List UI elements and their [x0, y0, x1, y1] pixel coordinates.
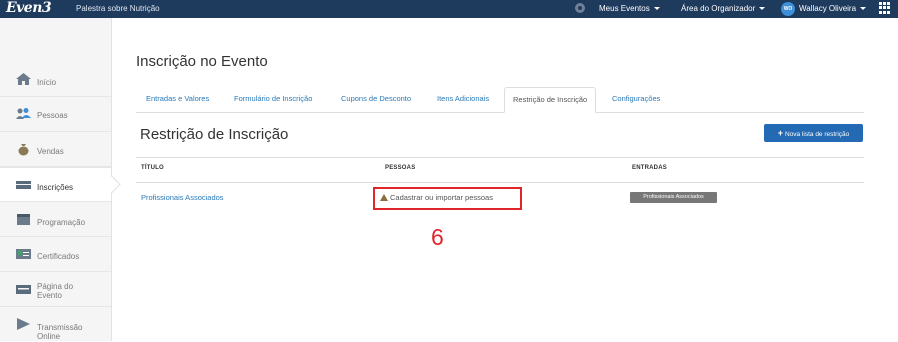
sidebar-item-label-line2: Online	[37, 332, 61, 341]
tab-entradas-valores[interactable]: Entradas e Valores	[146, 94, 209, 104]
notification-icon[interactable]	[575, 3, 585, 13]
people-icon	[16, 108, 31, 119]
entry-badge: Profissionais Associados	[630, 192, 717, 203]
tab-itens-adicionais[interactable]: Itens Adicionais	[437, 94, 489, 104]
calendar-icon	[17, 214, 30, 225]
sidebar-item-pessoas[interactable]: Pessoas	[0, 97, 111, 132]
sidebar-item-label: Programação	[37, 218, 86, 227]
table-header-divider	[136, 182, 864, 183]
sidebar-item-label: Pessoas	[37, 111, 68, 120]
sidebar-item-vendas[interactable]: Vendas	[0, 132, 111, 167]
column-header-entries: ENTRADAS	[632, 165, 667, 171]
column-header-people: PESSOAS	[385, 165, 416, 171]
money-bag-icon	[18, 144, 29, 156]
sidebar-item-inscricoes[interactable]: Inscrições	[0, 167, 111, 202]
sidebar-item-certificados[interactable]: Certificados	[0, 237, 111, 272]
top-navbar: Even3 Palestra sobre Nutrição Meus Event…	[0, 0, 898, 18]
list-icon	[16, 181, 31, 189]
sidebar-item-label: Início	[37, 78, 57, 87]
my-events-menu[interactable]: Meus Eventos	[599, 3, 660, 14]
new-restriction-list-label: Nova lista de restrição	[784, 131, 850, 138]
even3-logo[interactable]: Even3	[6, 0, 52, 17]
table-top-divider	[136, 157, 864, 158]
sidebar-item-label-line2: Evento	[37, 291, 62, 300]
column-header-title: TÍTULO	[141, 165, 164, 171]
chevron-down-icon	[653, 7, 660, 11]
tab-configuracoes[interactable]: Configurações	[612, 94, 660, 104]
step-annotation: 6	[431, 224, 444, 250]
register-import-people-label: Cadastrar ou importar pessoas	[390, 193, 493, 202]
play-icon	[17, 318, 30, 330]
plus-icon: +	[777, 128, 783, 138]
tab-restricao-inscricao[interactable]: Restrição de Inscrição	[504, 87, 597, 113]
user-name: Wallacy Oliveira	[799, 4, 857, 13]
tab-formulario-inscricao[interactable]: Formulário de Inscrição	[234, 94, 312, 104]
user-menu[interactable]: Wallacy Oliveira	[799, 3, 867, 14]
home-icon	[16, 73, 31, 85]
event-title: Palestra sobre Nutrição	[76, 4, 160, 13]
sidebar-item-transmissao-online[interactable]: Transmissão Online	[0, 307, 111, 342]
register-import-people-link[interactable]: Cadastrar ou importar pessoas	[380, 193, 493, 203]
tab-cupons-desconto[interactable]: Cupons de Desconto	[341, 94, 411, 104]
sidebar-item-label: Vendas	[37, 147, 64, 156]
sidebar-item-programacao[interactable]: Programação	[0, 202, 111, 237]
organizer-area-label: Área do Organizador	[681, 4, 756, 13]
sidebar: Início Pessoas Vendas Inscrições Program…	[0, 18, 112, 341]
sidebar-item-label-line1: Página do	[37, 282, 74, 291]
sidebar-item-pagina-evento[interactable]: Página do Evento	[0, 272, 111, 307]
tab-bar: Entradas e Valores Formulário de Inscriç…	[136, 87, 864, 113]
warning-icon	[380, 194, 388, 201]
page-icon	[16, 285, 31, 294]
apps-grid-icon[interactable]	[879, 2, 891, 14]
new-restriction-list-button[interactable]: + Nova lista de restrição	[764, 124, 863, 142]
page-title: Inscrição no Evento	[136, 53, 268, 70]
avatar[interactable]: WO	[781, 2, 795, 16]
sidebar-item-label: Inscrições	[37, 183, 74, 192]
sidebar-item-label: Certificados	[37, 252, 80, 261]
section-title: Restrição de Inscrição	[140, 126, 289, 143]
organizer-area-menu[interactable]: Área do Organizador	[681, 3, 766, 14]
sidebar-item-label-line1: Transmissão	[37, 323, 83, 332]
my-events-label: Meus Eventos	[599, 4, 650, 13]
certificate-icon	[16, 249, 31, 259]
sidebar-item-inicio[interactable]: Início	[0, 62, 111, 97]
chevron-down-icon	[759, 7, 766, 11]
chevron-down-icon	[860, 7, 867, 11]
restriction-title-link[interactable]: Profissionais Associados	[141, 193, 224, 203]
